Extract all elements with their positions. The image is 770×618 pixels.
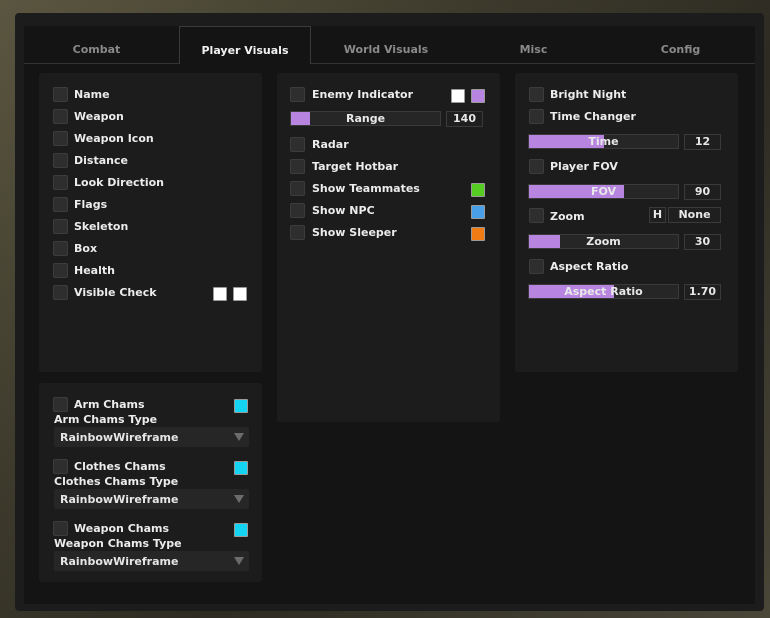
fov-value[interactable]: 90	[684, 184, 721, 200]
enemy-indicator-label: Enemy Indicator	[312, 88, 414, 101]
clothes-chams-type-label: Clothes Chams Type	[54, 475, 179, 488]
chevron-down-icon	[234, 433, 244, 441]
arm-chams-type-dropdown[interactable]: RainbowWireframe	[54, 427, 249, 447]
checkbox-flags[interactable]	[53, 197, 68, 212]
show-teammates-checkbox[interactable]	[290, 181, 305, 196]
aspect-ratio-checkbox[interactable]	[529, 259, 544, 274]
zoom-value[interactable]: 30	[684, 234, 721, 250]
checkbox-skeleton[interactable]	[53, 219, 68, 234]
enemy-indicator-color-swatch[interactable]	[451, 89, 465, 103]
label-distance: Distance	[74, 154, 128, 167]
player-fov-label: Player FOV	[550, 160, 618, 173]
clothes-chams-color-swatch[interactable]	[234, 461, 248, 475]
zoom-mode[interactable]: None	[668, 207, 721, 223]
arm-chams-type-value: RainbowWireframe	[60, 431, 179, 444]
target-hotbar-label: Target Hotbar	[312, 160, 399, 173]
show-sleeper-label: Show Sleeper	[312, 226, 397, 239]
label-weapon-icon: Weapon Icon	[74, 132, 154, 145]
enemy-indicator-checkbox[interactable]	[290, 87, 305, 102]
target-hotbar-checkbox[interactable]	[290, 159, 305, 174]
npc-color-swatch[interactable]	[471, 205, 485, 219]
show-teammates-label: Show Teammates	[312, 182, 420, 195]
chams-panel: Arm Chams Arm Chams Type RainbowWirefram…	[39, 383, 262, 582]
player-fov-checkbox[interactable]	[529, 159, 544, 174]
zoom-checkbox[interactable]	[529, 208, 544, 223]
weapon-chams-type-label: Weapon Chams Type	[54, 537, 182, 550]
weapon-chams-label: Weapon Chams	[74, 522, 170, 535]
label-skeleton: Skeleton	[74, 220, 129, 233]
indicators-panel: Enemy Indicator Range 140 Radar Target H…	[277, 73, 500, 422]
fov-slider-label: FOV	[590, 185, 617, 198]
time-changer-label: Time Changer	[550, 110, 636, 123]
aspect-ratio-value[interactable]: 1.70	[684, 284, 721, 300]
checkbox-box[interactable]	[53, 241, 68, 256]
visible-check-color-swatch[interactable]	[233, 287, 247, 301]
menu-window: Combat Player Visuals World Visuals Misc…	[24, 26, 755, 604]
checkbox-distance[interactable]	[53, 153, 68, 168]
arm-chams-checkbox[interactable]	[53, 397, 68, 412]
teammates-color-swatch[interactable]	[471, 183, 485, 197]
player-esp-panel	[39, 73, 262, 372]
clothes-chams-checkbox[interactable]	[53, 459, 68, 474]
bright-night-checkbox[interactable]	[529, 87, 544, 102]
tab-bar: Combat Player Visuals World Visuals Misc…	[24, 26, 755, 64]
checkbox-weapon[interactable]	[53, 109, 68, 124]
show-npc-label: Show NPC	[312, 204, 375, 217]
radar-checkbox[interactable]	[290, 137, 305, 152]
checkbox-health[interactable]	[53, 263, 68, 278]
aspect-ratio-slider[interactable]: Aspect Ratio	[528, 284, 679, 299]
show-npc-checkbox[interactable]	[290, 203, 305, 218]
visible-check-color-swatch[interactable]	[213, 287, 227, 301]
range-value[interactable]: 140	[446, 111, 483, 127]
bright-night-label: Bright Night	[550, 88, 627, 101]
checkbox-name[interactable]	[53, 87, 68, 102]
label-name: Name	[74, 88, 110, 101]
tab-config[interactable]: Config	[606, 26, 755, 63]
label-flags: Flags	[74, 198, 108, 211]
weapon-chams-color-swatch[interactable]	[234, 523, 248, 537]
weapon-chams-type-value: RainbowWireframe	[60, 555, 179, 568]
weapon-chams-type-dropdown[interactable]: RainbowWireframe	[54, 551, 249, 571]
world-panel: Bright Night Time Changer Time 12 Player…	[515, 73, 738, 372]
time-value[interactable]: 12	[684, 134, 721, 150]
fov-slider[interactable]: FOV	[528, 184, 679, 199]
checkbox-visible-check[interactable]	[53, 285, 68, 300]
range-slider-label: Range	[345, 112, 386, 125]
time-slider-label: Time	[588, 135, 619, 148]
clothes-chams-type-value: RainbowWireframe	[60, 493, 179, 506]
checkbox-look-direction[interactable]	[53, 175, 68, 190]
tab-player-visuals[interactable]: Player Visuals	[179, 26, 311, 64]
tab-combat[interactable]: Combat	[24, 26, 169, 63]
weapon-chams-checkbox[interactable]	[53, 521, 68, 536]
clothes-chams-type-dropdown[interactable]: RainbowWireframe	[54, 489, 249, 509]
zoom-keybind[interactable]: H	[649, 207, 666, 223]
clothes-chams-label: Clothes Chams	[74, 460, 166, 473]
chevron-down-icon	[234, 557, 244, 565]
zoom-label: Zoom	[550, 210, 585, 223]
arm-chams-label: Arm Chams	[74, 398, 145, 411]
time-slider[interactable]: Time	[528, 134, 679, 149]
tab-misc[interactable]: Misc	[461, 26, 606, 63]
range-slider[interactable]: Range	[290, 111, 441, 126]
checkbox-weapon-icon[interactable]	[53, 131, 68, 146]
arm-chams-color-swatch[interactable]	[234, 399, 248, 413]
sleeper-color-swatch[interactable]	[471, 227, 485, 241]
chevron-down-icon	[234, 495, 244, 503]
label-look-direction: Look Direction	[74, 176, 164, 189]
tab-world-visuals[interactable]: World Visuals	[311, 26, 461, 63]
aspect-ratio-slider-label: Aspect Ratio	[564, 285, 643, 298]
label-health: Health	[74, 264, 115, 277]
show-sleeper-checkbox[interactable]	[290, 225, 305, 240]
time-changer-checkbox[interactable]	[529, 109, 544, 124]
radar-label: Radar	[312, 138, 349, 151]
label-weapon: Weapon	[74, 110, 124, 123]
enemy-indicator-color-swatch[interactable]	[471, 89, 485, 103]
arm-chams-type-label: Arm Chams Type	[54, 413, 158, 426]
zoom-slider-label: Zoom	[586, 235, 621, 248]
label-box: Box	[74, 242, 98, 255]
aspect-ratio-label: Aspect Ratio	[550, 260, 629, 273]
zoom-slider[interactable]: Zoom	[528, 234, 679, 249]
label-visible-check: Visible Check	[74, 286, 157, 299]
